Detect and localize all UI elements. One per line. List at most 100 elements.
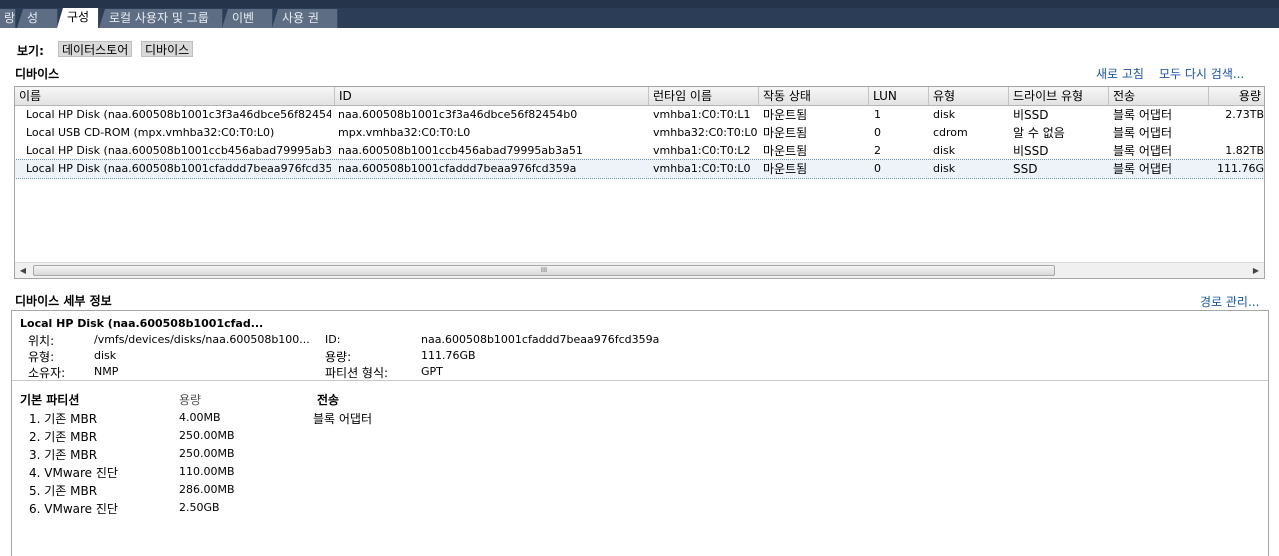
- cell-drive-type: 알 수 없음: [1013, 126, 1065, 140]
- cell-drive-type: 비SSD: [1013, 144, 1049, 158]
- column-header-id[interactable]: ID: [335, 87, 649, 105]
- partition-size: 110.00MB: [179, 465, 235, 478]
- table-row[interactable]: Local HP Disk (naa.600508b1001ccb456abad…: [15, 142, 1264, 160]
- cell-capacity: 111.76G: [1216, 162, 1264, 175]
- cell-capacity: 1.82TB: [1225, 144, 1264, 157]
- transport-value: 블록 어댑터: [313, 412, 373, 426]
- cell-id: naa.600508b1001cfaddd7beaa976fcd359a: [338, 162, 577, 175]
- cell-name: Local HP Disk (naa.600508b1001c3f3a46dbc…: [26, 108, 331, 121]
- cell-type: disk: [933, 144, 956, 157]
- view-label: 보기:: [17, 44, 44, 58]
- table-row-selected[interactable]: Local HP Disk (naa.600508b1001cfaddd7bea…: [15, 159, 1264, 179]
- cell-transport: 블록 어댑터: [1113, 162, 1173, 176]
- column-header-drive-type[interactable]: 드라이브 유형: [1009, 87, 1109, 105]
- partition-size: 2.50GB: [179, 501, 220, 514]
- column-header-type[interactable]: 유형: [929, 87, 1009, 105]
- cell-capacity: 2.73TB: [1225, 108, 1264, 121]
- tab-partial[interactable]: 랑: [0, 9, 16, 28]
- cell-id: naa.600508b1001c3f3a46dbce56f82454b0: [338, 108, 578, 121]
- details-divider: [12, 380, 1268, 381]
- detail-capacity-label: 용량:: [325, 350, 352, 364]
- cell-drive-type: 비SSD: [1013, 108, 1049, 122]
- manage-paths-link[interactable]: 경로 관리...: [1200, 293, 1259, 310]
- tab-permissions[interactable]: 사용 권한: [272, 9, 338, 28]
- partitions-capacity-header: 용량: [179, 393, 202, 407]
- cell-lun: 1: [874, 108, 881, 121]
- devices-table: 이름 ID 런타임 이름 작동 상태 LUN 유형 드라이브 유형 전송 용량 …: [14, 86, 1265, 279]
- cell-operational-state: 마운트됨: [763, 108, 808, 122]
- detail-owner-value: NMP: [94, 365, 119, 378]
- cell-runtime-name: vmhba32:C0:T0:L0: [653, 126, 757, 139]
- partition-name: 3. 기존 MBR: [29, 448, 98, 462]
- cell-lun: 0: [874, 162, 881, 175]
- primary-partitions-title: 기본 파티션: [20, 393, 80, 407]
- tab-performance[interactable]: 성능: [17, 9, 58, 28]
- partition-size: 250.00MB: [179, 429, 235, 442]
- detail-capacity-value: 111.76GB: [421, 349, 476, 362]
- partition-size: 286.00MB: [179, 483, 235, 496]
- table-header: 이름 ID 런타임 이름 작동 상태 LUN 유형 드라이브 유형 전송 용량: [15, 87, 1264, 106]
- title-band: [0, 0, 1279, 8]
- tab-local-users-groups[interactable]: 로컬 사용자 및 그룹: [99, 9, 223, 28]
- cell-transport: 블록 어댑터: [1113, 126, 1173, 140]
- cell-runtime-name: vmhba1:C0:T0:L2: [653, 144, 751, 157]
- detail-device-name: Local HP Disk (naa.600508b1001cfad...: [20, 317, 264, 330]
- devices-title: 디바이스: [15, 67, 60, 81]
- detail-location-value: /vmfs/devices/disks/naa.600508b100...: [94, 333, 310, 346]
- cell-name: Local HP Disk (naa.600508b1001cfaddd7bea…: [26, 162, 331, 175]
- scroll-left-icon[interactable]: ◀: [15, 263, 31, 278]
- column-header-capacity[interactable]: 용량: [1209, 87, 1264, 105]
- column-header-lun[interactable]: LUN: [869, 87, 929, 105]
- detail-id-label: ID:: [325, 333, 341, 346]
- horizontal-scrollbar[interactable]: ◀ III ▶: [15, 262, 1264, 278]
- cell-id: mpx.vmhba32:C0:T0:L0: [338, 126, 471, 139]
- cell-lun: 2: [874, 144, 881, 157]
- detail-type-label: 유형:: [28, 350, 55, 364]
- tab-strip: 랑 성능 구성 로컬 사용자 및 그룹 이벤트 사용 권한: [0, 0, 1279, 28]
- detail-partition-format-label: 파티션 형식:: [325, 366, 389, 380]
- scroll-right-icon[interactable]: ▶: [1248, 263, 1264, 278]
- table-row[interactable]: Local HP Disk (naa.600508b1001c3f3a46dbc…: [15, 106, 1264, 124]
- view-datastores-button[interactable]: 데이터스토어: [58, 41, 133, 57]
- device-details-panel: Local HP Disk (naa.600508b1001cfad... 위치…: [11, 310, 1269, 556]
- cell-drive-type: SSD: [1013, 162, 1038, 176]
- cell-operational-state: 마운트됨: [763, 126, 808, 140]
- column-header-transport[interactable]: 전송: [1109, 87, 1209, 105]
- rescan-all-link[interactable]: 모두 다시 검색...: [1159, 65, 1244, 82]
- column-header-name[interactable]: 이름: [15, 87, 335, 105]
- cell-transport: 블록 어댑터: [1113, 144, 1173, 158]
- tab-configuration[interactable]: 구성: [57, 8, 99, 28]
- detail-id-value: naa.600508b1001cfaddd7beaa976fcd359a: [421, 333, 660, 346]
- cell-name: Local USB CD-ROM (mpx.vmhba32:C0:T0:L0): [26, 126, 275, 139]
- cell-lun: 0: [874, 126, 881, 139]
- partition-name: 6. VMware 진단: [29, 502, 118, 516]
- cell-name: Local HP Disk (naa.600508b1001ccb456abad…: [26, 144, 331, 157]
- transport-title: 전송: [317, 393, 340, 407]
- detail-partition-format-value: GPT: [421, 365, 443, 378]
- partition-size: 4.00MB: [179, 411, 221, 424]
- cell-type: disk: [933, 162, 956, 175]
- cell-capacity: [1211, 124, 1264, 142]
- partition-name: 4. VMware 진단: [29, 466, 118, 480]
- partition-name: 2. 기존 MBR: [29, 430, 98, 444]
- tab-events[interactable]: 이벤트: [222, 9, 273, 28]
- cell-operational-state: 마운트됨: [763, 144, 808, 158]
- cell-operational-state: 마운트됨: [763, 162, 808, 176]
- partition-name: 1. 기존 MBR: [29, 412, 98, 426]
- column-header-runtime-name[interactable]: 런타임 이름: [649, 87, 759, 105]
- cell-id: naa.600508b1001ccb456abad79995ab3a51: [338, 144, 583, 157]
- partition-name: 5. 기존 MBR: [29, 484, 98, 498]
- refresh-link[interactable]: 새로 고침: [1096, 65, 1144, 82]
- scroll-thumb[interactable]: III: [33, 265, 1055, 276]
- cell-runtime-name: vmhba1:C0:T0:L1: [653, 108, 751, 121]
- cell-type: disk: [933, 108, 956, 121]
- device-details-title: 디바이스 세부 정보: [15, 294, 112, 308]
- detail-location-label: 위치:: [28, 334, 55, 348]
- detail-owner-label: 소유자:: [28, 366, 66, 380]
- table-row[interactable]: Local USB CD-ROM (mpx.vmhba32:C0:T0:L0) …: [15, 124, 1264, 142]
- cell-transport: 블록 어댑터: [1113, 108, 1173, 122]
- view-devices-button[interactable]: 디바이스: [141, 41, 194, 57]
- cell-type: cdrom: [933, 126, 968, 139]
- column-header-operational-state[interactable]: 작동 상태: [759, 87, 869, 105]
- partition-size: 250.00MB: [179, 447, 235, 460]
